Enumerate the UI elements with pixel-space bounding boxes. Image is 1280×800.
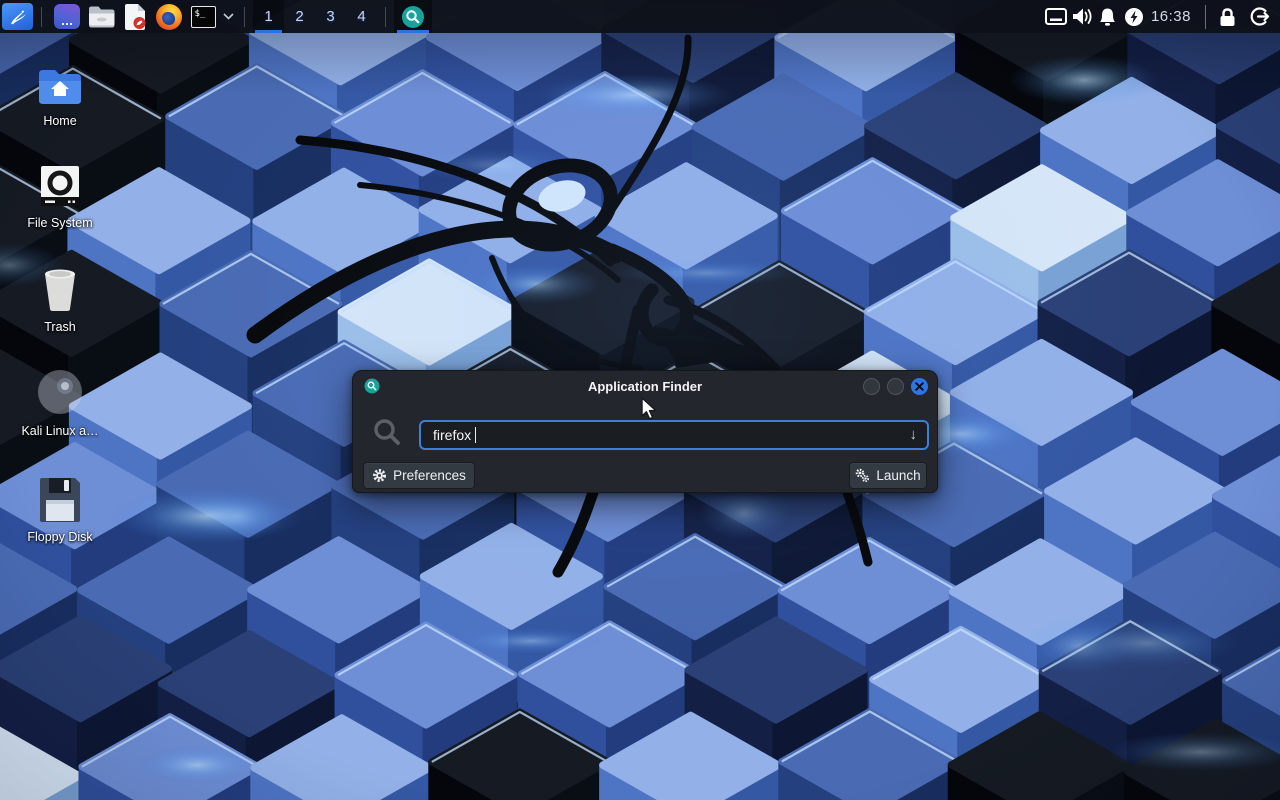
- desktop-icon-file-system[interactable]: File System: [18, 158, 102, 231]
- home-folder-icon: [18, 56, 102, 106]
- app-window-icon: [54, 4, 80, 29]
- gears-icon: [855, 468, 870, 483]
- top-panel: $_ 1 2 3 4: [0, 0, 1280, 33]
- desktop-icon-floppy-disk[interactable]: Floppy Disk: [18, 472, 102, 545]
- volume-icon: [1071, 7, 1093, 26]
- folder-icon: [88, 5, 115, 28]
- text-caret: [475, 427, 476, 443]
- display-tray-button[interactable]: [1043, 0, 1069, 33]
- desktop-icon-label: Home: [18, 114, 102, 129]
- launcher-terminal[interactable]: $_: [186, 0, 220, 33]
- workspace-4-button[interactable]: 4: [346, 0, 377, 33]
- text-editor-icon: [123, 4, 147, 30]
- logout-icon: [1249, 6, 1270, 27]
- panel-separator: [1205, 5, 1206, 29]
- desktop-icon-label: Floppy Disk: [18, 530, 102, 545]
- search-icon: [372, 417, 402, 452]
- panel-clock[interactable]: 16:38: [1151, 8, 1191, 25]
- kali-dragon-icon: [7, 6, 29, 27]
- power-manager-tray-button[interactable]: [1121, 0, 1147, 33]
- launcher-firefox[interactable]: [152, 0, 186, 33]
- panel-separator: [385, 7, 386, 27]
- workspace-number: 2: [295, 8, 303, 25]
- workspace-number: 3: [326, 8, 334, 25]
- launcher-dropdown-button[interactable]: [220, 0, 236, 33]
- launcher-text-editor[interactable]: [118, 0, 152, 33]
- launch-label: Launch: [876, 468, 920, 483]
- search-input-text: firefox: [433, 427, 471, 443]
- workspace-1-button[interactable]: 1: [253, 0, 284, 33]
- workspace-number: 1: [264, 8, 272, 25]
- firefox-icon: [156, 4, 182, 30]
- launcher-file-manager[interactable]: [84, 0, 118, 33]
- applications-menu-button[interactable]: [2, 3, 33, 30]
- gear-icon: [372, 468, 387, 483]
- desktop-icon-trash[interactable]: Trash: [18, 262, 102, 335]
- terminal-icon: $_: [191, 6, 216, 28]
- file-system-drive-icon: [18, 158, 102, 208]
- volume-tray-button[interactable]: [1069, 0, 1095, 33]
- workspace-3-button[interactable]: 3: [315, 0, 346, 33]
- chevron-down-icon: [223, 13, 234, 20]
- preferences-button[interactable]: Preferences: [363, 462, 475, 489]
- display-icon: [1045, 8, 1067, 25]
- trash-bin-icon: [18, 262, 102, 312]
- notifications-tray-button[interactable]: [1095, 0, 1121, 33]
- launch-button[interactable]: Launch: [849, 462, 927, 489]
- close-icon: [915, 382, 924, 391]
- preferences-label: Preferences: [393, 468, 466, 483]
- desktop-icon-home[interactable]: Home: [18, 56, 102, 129]
- window-title: Application Finder: [353, 379, 937, 394]
- power-manager-icon: [1124, 7, 1144, 27]
- desktop-icon-label: Trash: [18, 320, 102, 335]
- panel-separator: [244, 7, 245, 27]
- close-button[interactable]: [911, 378, 928, 395]
- application-finder-window: Application Finder firefox ↓: [352, 370, 938, 493]
- maximize-button[interactable]: [887, 378, 904, 395]
- taskbar-application-finder[interactable]: [394, 0, 432, 33]
- lock-icon: [1219, 7, 1236, 27]
- desktop-icon-kali-linux[interactable]: Kali Linux a…: [18, 366, 102, 439]
- workspace-2-button[interactable]: 2: [284, 0, 315, 33]
- launcher-app-window[interactable]: [50, 0, 84, 33]
- search-input[interactable]: firefox ↓: [419, 420, 929, 450]
- application-finder-icon: [401, 5, 425, 29]
- desktop-icon-label: File System: [18, 216, 102, 231]
- bell-icon: [1098, 7, 1117, 27]
- panel-separator: [41, 7, 42, 27]
- dropdown-arrow-icon[interactable]: ↓: [910, 426, 918, 443]
- kali-linux-faded-icon: [18, 366, 102, 416]
- logout-button[interactable]: [1246, 0, 1272, 33]
- minimize-button[interactable]: [863, 378, 880, 395]
- workspace-number: 4: [357, 8, 365, 25]
- floppy-disk-icon: [18, 472, 102, 522]
- titlebar[interactable]: Application Finder: [353, 371, 937, 401]
- lock-screen-button[interactable]: [1214, 0, 1240, 33]
- desktop-icon-label: Kali Linux a…: [18, 424, 102, 439]
